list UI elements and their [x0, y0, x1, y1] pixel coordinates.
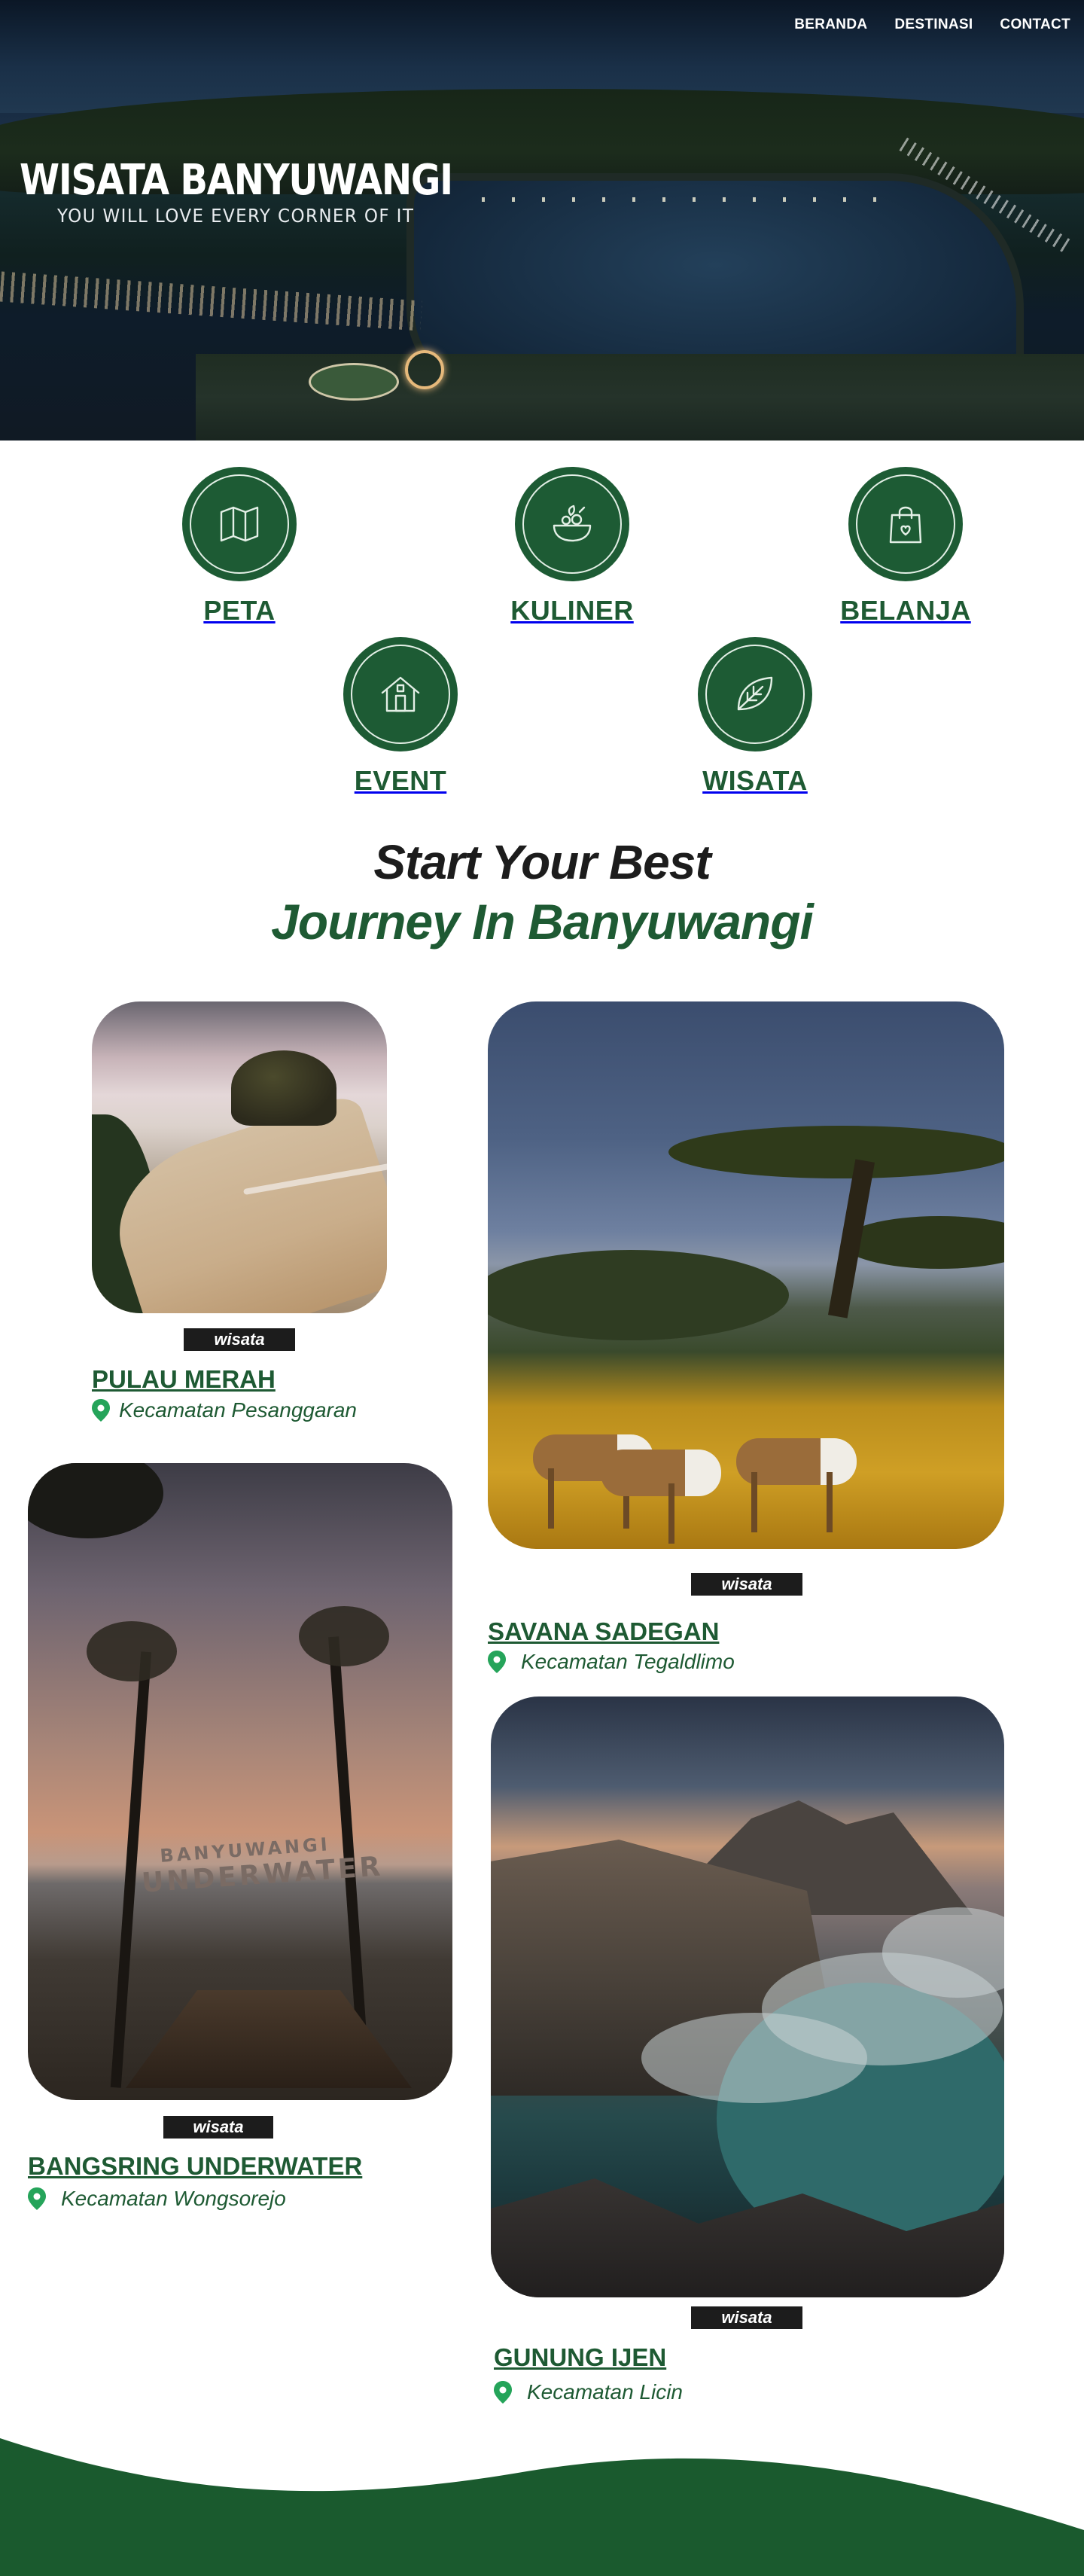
destination-title-gunung-ijen[interactable]: GUNUNG IJEN: [494, 2343, 666, 2372]
hero-title: WISATA BANYUWANGI: [20, 156, 453, 205]
category-badge: wisata: [691, 2306, 802, 2329]
category-badge: wisata: [691, 1573, 802, 1596]
photo-deer-leg: [668, 1483, 674, 1544]
destination-location-text: Kecamatan Pesanggaran: [119, 1398, 357, 1422]
destination-location-text: Kecamatan Tegaldlimo: [521, 1650, 735, 1673]
destination-title-savana-sadegan[interactable]: SAVANA SADEGAN: [488, 1617, 719, 1646]
photo-acacia-canopy-lower: [842, 1216, 1004, 1269]
destination-location-text: Kecamatan Wongsorejo: [61, 2187, 286, 2210]
category-kuliner-circle: [515, 467, 629, 581]
category-peta-label: PETA: [203, 595, 276, 626]
photo-jetty: [126, 1990, 412, 2088]
hero-ferris-wheel: [405, 350, 444, 389]
photo-overhanging-leaves: [28, 1463, 163, 1538]
destination-location-text: Kecamatan Licin: [527, 2380, 684, 2404]
destination-location: Kecamatan Licin: [494, 2380, 683, 2404]
category-belanja-label: BELANJA: [840, 595, 971, 626]
hero-roundabout: [309, 363, 399, 401]
category-event-circle: [343, 637, 458, 751]
category-belanja-circle: [848, 467, 963, 581]
category-wisata-circle: [698, 637, 812, 751]
nav-beranda[interactable]: BERANDA: [794, 17, 867, 33]
footer-wave: [0, 2438, 1084, 2576]
photo-underwater-sign: BANYUWANGI UNDERWATER: [139, 1832, 385, 1898]
photo-gunung-ijen[interactable]: [491, 1697, 1004, 2297]
leaf-icon: [737, 676, 773, 711]
category-wisata[interactable]: WISATA: [665, 637, 845, 797]
category-wisata-label: WISATA: [702, 765, 808, 796]
photo-acacia-canopy: [668, 1126, 1004, 1178]
photo-bush: [488, 1250, 789, 1340]
photo-palm-frond: [87, 1621, 177, 1681]
house-icon: [381, 676, 420, 712]
location-pin-icon: [494, 2381, 512, 2404]
destination-title-bangsring-underwater[interactable]: BANGSRING UNDERWATER: [28, 2152, 362, 2181]
category-belanja[interactable]: BELANJA: [815, 467, 996, 626]
category-peta-circle: [182, 467, 297, 581]
top-nav: BERANDA DESTINASI CONTACT: [794, 17, 1070, 33]
category-event[interactable]: EVENT: [310, 637, 491, 797]
nav-destinasi[interactable]: DESTINASI: [894, 17, 973, 33]
food-bowl-icon: [553, 505, 592, 542]
category-badge: wisata: [163, 2116, 273, 2139]
photo-deer-leg: [751, 1472, 757, 1532]
photo-savana-sadegan[interactable]: [488, 1001, 1004, 1549]
category-kuliner[interactable]: KULINER: [482, 467, 662, 626]
photo-beach: [98, 1092, 387, 1313]
destination-location: Kecamatan Tegaldlimo: [488, 1650, 735, 1674]
hero-banner: BERANDA DESTINASI CONTACT WISATA BANYUWA…: [0, 0, 1084, 441]
shopping-bag-icon: [889, 506, 922, 544]
photo-bangsring-underwater[interactable]: BANYUWANGI UNDERWATER: [28, 1463, 452, 2100]
category-event-label: EVENT: [354, 765, 447, 796]
location-pin-icon: [28, 2187, 46, 2210]
photo-deer-leg: [548, 1468, 554, 1529]
destination-location: Kecamatan Pesanggaran: [92, 1398, 357, 1422]
hero-bridge-lights: [0, 271, 422, 331]
map-icon: [220, 506, 259, 542]
photo-palm-frond: [299, 1606, 389, 1666]
section-heading-line2: Journey In Banyuwangi: [271, 894, 814, 950]
category-kuliner-label: KULINER: [510, 595, 634, 626]
photo-deer: [601, 1450, 721, 1496]
section-heading-line1: Start Your Best: [373, 835, 711, 889]
photo-red-island-rock: [231, 1050, 336, 1126]
nav-contact[interactable]: CONTACT: [1000, 17, 1070, 33]
destination-title-pulau-merah[interactable]: PULAU MERAH: [92, 1365, 276, 1394]
photo-deer-leg: [827, 1472, 833, 1532]
category-peta[interactable]: PETA: [149, 467, 330, 626]
location-pin-icon: [92, 1399, 110, 1422]
hero-pier-lights: [482, 197, 903, 202]
category-badge: wisata: [184, 1328, 295, 1351]
photo-pulau-merah[interactable]: [92, 1001, 387, 1313]
hero-subtitle: YOU WILL LOVE EVERY CORNER OF IT: [57, 205, 415, 227]
destination-location: Kecamatan Wongsorejo: [28, 2187, 286, 2211]
location-pin-icon: [488, 1651, 506, 1673]
